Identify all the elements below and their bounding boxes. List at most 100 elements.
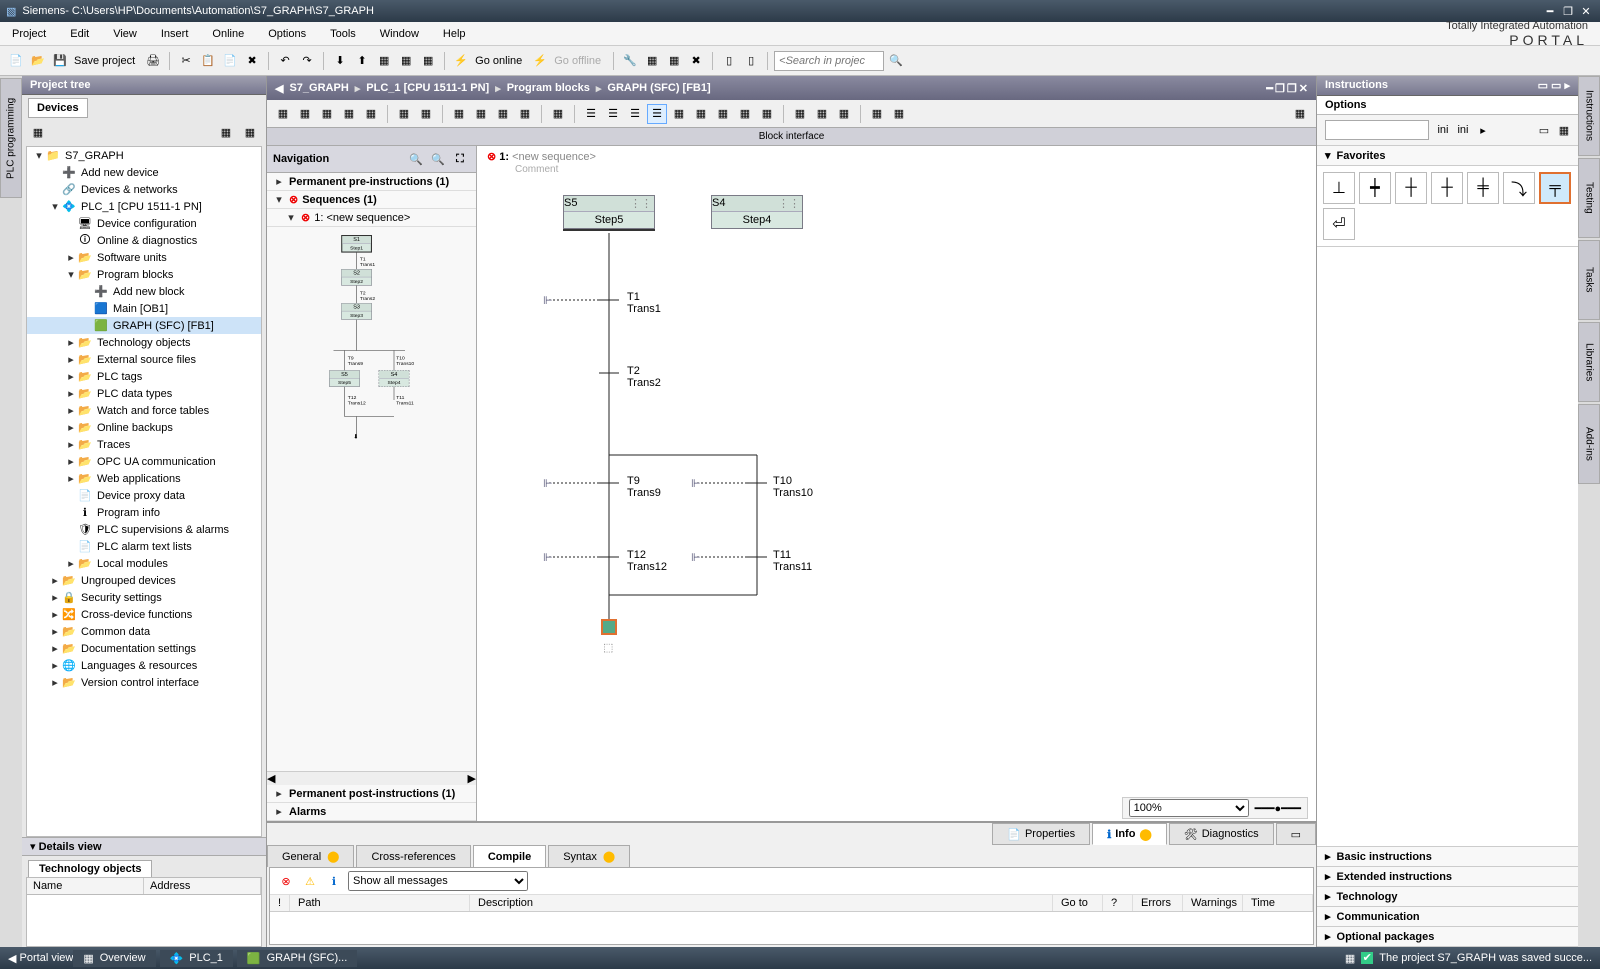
et-icon[interactable]: ▦ [713,104,733,124]
et-icon[interactable]: ▦ [691,104,711,124]
et-icon[interactable]: ▦ [273,104,293,124]
tree-item[interactable]: 📄Device proxy data [27,487,261,504]
tb-icon-3[interactable]: ▦ [418,51,438,71]
download-icon[interactable]: ⬆ [352,51,372,71]
menu-options[interactable]: Options [256,24,318,44]
menu-help[interactable]: Help [431,24,478,44]
tree-item[interactable]: 🖥Device configuration [27,215,261,232]
et-icon[interactable]: ▦ [471,104,491,124]
delete-icon[interactable]: ✖ [242,51,262,71]
zoom-in-icon[interactable]: 🔍 [406,149,426,169]
et-icon[interactable]: ▦ [757,104,777,124]
out-collapse[interactable]: ▭ [1276,823,1316,845]
et-icon[interactable]: ▦ [515,104,535,124]
tree-item[interactable]: 🛡PLC supervisions & alarms [27,521,261,538]
tree-item[interactable]: ▸📂Watch and force tables [27,402,261,419]
isearch-btn-icon[interactable]: ini [1433,120,1453,140]
menu-online[interactable]: Online [200,24,256,44]
portal-view-back[interactable]: ◀ [8,952,16,965]
instr-pin-icon[interactable]: ▭ ▭ ▸ [1538,79,1570,92]
tree-item[interactable]: ▸📂External source files [27,351,261,368]
et-icon[interactable]: ▦ [361,104,381,124]
tab-cross-references[interactable]: Cross-references [356,845,470,867]
window-close[interactable]: ✕ [1578,5,1594,18]
fav-trans-icon[interactable]: ┼ [1395,172,1427,204]
crumb-0[interactable]: S7_GRAPH [289,82,348,94]
tree-item[interactable]: 🛈Online & diagnostics [27,232,261,249]
sequence-comment[interactable]: Comment [515,164,558,175]
tree-item[interactable]: 🔗Devices & networks [27,181,261,198]
isearch-btn-icon[interactable]: ▭ [1534,120,1554,140]
cat-optional[interactable]: ▸Optional packages [1317,927,1578,947]
et-icon[interactable]: ▦ [790,104,810,124]
et-icon[interactable]: ▦ [295,104,315,124]
tree-item[interactable]: 🟦Main [OB1] [27,300,261,317]
interlock-icon[interactable]: ⊩ [543,477,557,491]
menu-tools[interactable]: Tools [318,24,368,44]
tree-tb-icon[interactable]: ▦ [28,122,48,142]
cat-extended[interactable]: ▸Extended instructions [1317,867,1578,887]
go-online-label[interactable]: Go online [475,55,522,67]
isearch-btn-icon[interactable]: ▸ [1473,120,1493,140]
et-icon[interactable]: ▦ [548,104,568,124]
nav-post-instructions[interactable]: ▸Permanent post-instructions (1) [267,785,476,803]
et-pin-icon[interactable]: ▦ [1290,104,1310,124]
et-icon[interactable]: ☰ [581,104,601,124]
et-icon[interactable]: ☰ [603,104,623,124]
tree-item[interactable]: ▸📂Technology objects [27,334,261,351]
crumb-left-icon[interactable]: ◀ [275,82,283,95]
tab-properties[interactable]: 📄Properties [992,823,1090,845]
tree-item[interactable]: ▸🔀Cross-device functions [27,606,261,623]
tab-general[interactable]: General⬤ [267,845,354,867]
tree-item[interactable]: ▸📂Software units [27,249,261,266]
fav-step-icon[interactable]: ⊥ [1323,172,1355,204]
save-icon[interactable]: 💾 [50,51,70,71]
nav-pre-instructions[interactable]: ▸Permanent pre-instructions (1) [267,173,476,191]
tree-item[interactable]: ▸📂Web applications [27,470,261,487]
tree-item[interactable]: ▾📂Program blocks [27,266,261,283]
cat-technology[interactable]: ▸Technology [1317,887,1578,907]
zoom-slider[interactable]: ━━━●━━━ [1255,802,1301,815]
isearch-btn-icon[interactable]: ▦ [1554,120,1574,140]
cat-basic[interactable]: ▸Basic instructions [1317,847,1578,867]
nav-scroll-right[interactable]: ▶ [468,772,476,785]
et-icon[interactable]: ▦ [735,104,755,124]
rail-plc-programming[interactable]: PLC programming [0,78,22,198]
message-filter-select[interactable]: Show all messages [348,871,528,891]
step-s5[interactable]: S5⋮⋮Step5 [563,195,655,229]
sequence-name[interactable]: <new sequence> [512,151,596,163]
search-input[interactable] [774,51,884,71]
menu-window[interactable]: Window [368,24,431,44]
filter-warn-icon[interactable]: ⚠ [300,871,320,891]
crumb-3[interactable]: GRAPH (SFC) [FB1] [607,82,710,94]
block-interface-header[interactable]: Block interface [267,128,1316,146]
tree-view1-icon[interactable]: ▦ [216,122,236,142]
menu-insert[interactable]: Insert [149,24,201,44]
ed-max-icon[interactable]: ❐ [1287,82,1297,95]
sequence-end[interactable] [601,619,617,635]
print-icon[interactable]: 🖨 [143,51,163,71]
rtab-instructions[interactable]: Instructions [1578,76,1600,156]
go-online-icon[interactable]: ⚡ [451,51,471,71]
et-icon[interactable]: ☰ [647,104,667,124]
tab-info[interactable]: ℹInfo⬤ [1092,823,1167,845]
tree-item[interactable]: ▸📂PLC tags [27,368,261,385]
tb-icon-4[interactable]: 🔧 [620,51,640,71]
tb-icon-5[interactable]: ▦ [642,51,662,71]
et-icon[interactable]: ▦ [867,104,887,124]
split-h-icon[interactable]: ▯ [719,51,739,71]
cat-communication[interactable]: ▸Communication [1317,907,1578,927]
crumb-2[interactable]: Program blocks [507,82,590,94]
zoom-out-icon[interactable]: 🔍 [428,149,448,169]
tree-item[interactable]: ▸📂Online backups [27,419,261,436]
tb-icon-1[interactable]: ▦ [374,51,394,71]
search-go-icon[interactable]: 🔍 [886,51,906,71]
rtab-addins[interactable]: Add-ins [1578,404,1600,484]
et-icon[interactable]: ▦ [317,104,337,124]
nav-alarms[interactable]: ▸Alarms [267,803,476,821]
technology-objects-tab[interactable]: Technology objects [28,860,152,877]
tab-syntax[interactable]: Syntax⬤ [548,845,630,867]
fav-return-icon[interactable]: ⏎ [1323,208,1355,240]
tree-item[interactable]: ▸📂Ungrouped devices [27,572,261,589]
tree-item[interactable]: 📄PLC alarm text lists [27,538,261,555]
